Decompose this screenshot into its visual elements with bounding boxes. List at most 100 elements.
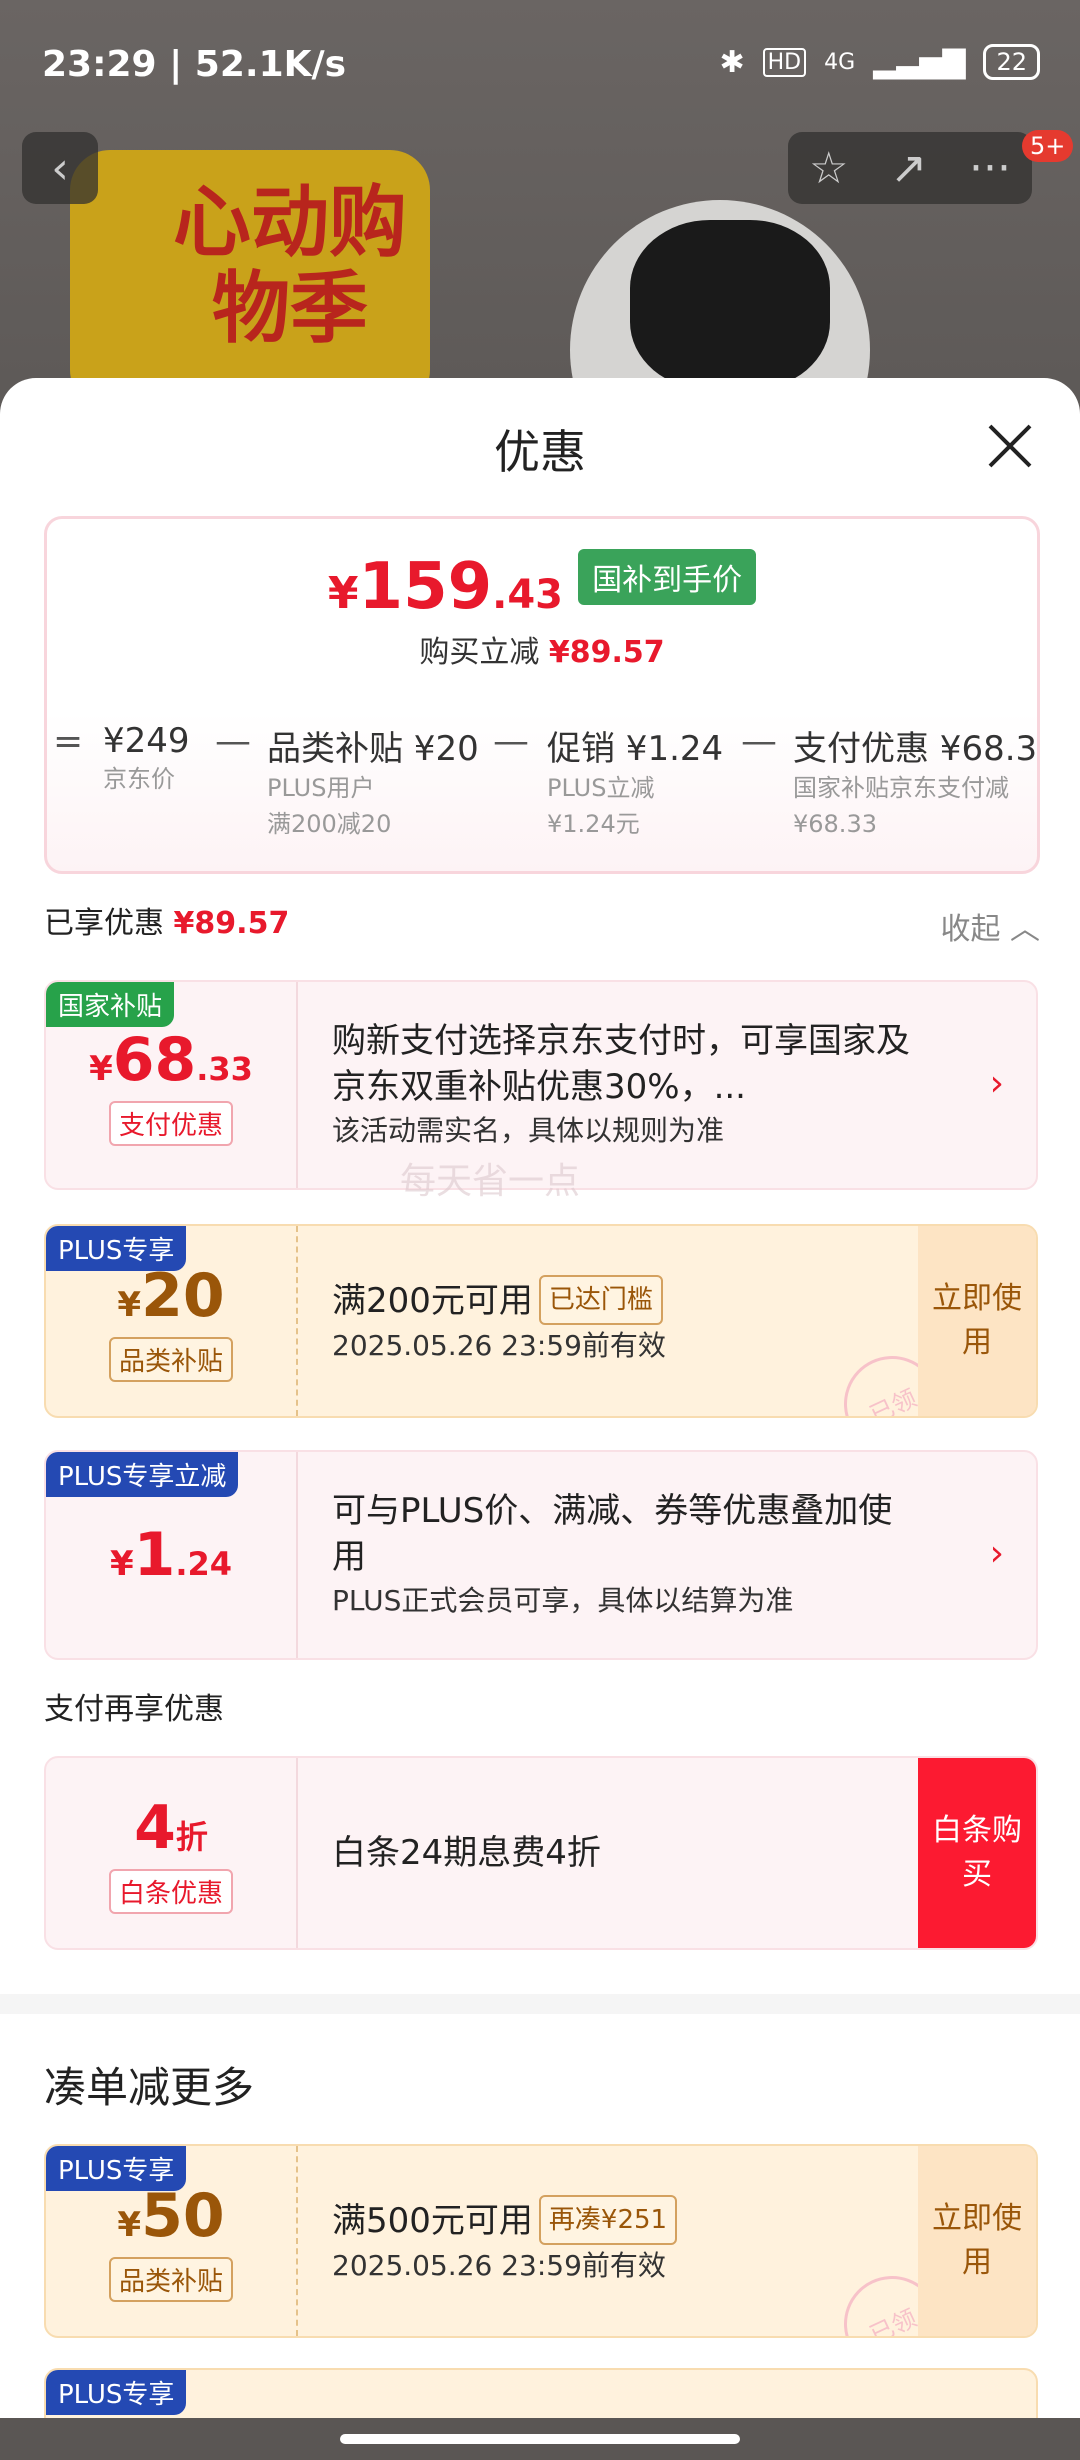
battery-icon: 22 bbox=[983, 44, 1040, 80]
card-validity: 2025.05.26 23:59前有效 bbox=[332, 1329, 666, 1362]
breakdown-sub: 国家补贴京东支付减 bbox=[793, 774, 1009, 802]
back-icon: ‹ bbox=[51, 142, 69, 194]
price-integer: 159 bbox=[358, 550, 493, 624]
breakdown-item: 促销 ¥1.24 PLUS立减 ¥1.24元 bbox=[547, 721, 723, 842]
breakdown-main: ¥249 bbox=[103, 721, 190, 761]
card-title: 购新支付选择京东支付时，可享国家及京东双重补贴优惠30%，... bbox=[332, 1021, 910, 1107]
breakdown-sub: ¥68.33 bbox=[793, 810, 877, 838]
coupon-card: ¥20 品类补贴 PLUS专享 满200元可用 已达门槛 2025.05.26 2… bbox=[44, 1224, 1038, 1418]
star-icon[interactable]: ☆ bbox=[809, 143, 848, 194]
card-divider bbox=[296, 2146, 298, 2336]
corner-label: PLUS专享 bbox=[46, 1226, 187, 1271]
notification-badge: 5+ bbox=[1022, 130, 1074, 162]
hd-icon: HD bbox=[762, 47, 807, 77]
signal-icon: ▂▃▅▇ bbox=[873, 44, 966, 80]
status-bar: 23:29 | 52.1K/s ✱ HD 4G ▂▃▅▇ 22 bbox=[0, 0, 1080, 130]
amount-decimal: .33 bbox=[196, 1049, 253, 1088]
amount-currency: ¥ bbox=[117, 2204, 142, 2245]
card-title: 满500元可用 bbox=[332, 2201, 533, 2241]
card-body: 可与PLUS价、满减、券等优惠叠加使用 PLUS正式会员可享，具体以结算为准 bbox=[332, 1452, 926, 1658]
reduce-amount: ¥89.57 bbox=[548, 635, 665, 670]
amount-integer: 1 bbox=[133, 1520, 176, 1590]
breakdown-main: 品类补贴 ¥20 bbox=[267, 729, 479, 769]
breakdown-sub: ¥1.24元 bbox=[547, 810, 640, 838]
corner-label: PLUS专享 bbox=[46, 2370, 187, 2415]
discount-unit: 折 bbox=[175, 1817, 208, 1856]
collapse-button[interactable]: 收起 ︿ bbox=[940, 904, 1040, 948]
section-gap bbox=[0, 1994, 1080, 2014]
amount-integer: 50 bbox=[141, 2180, 225, 2251]
reduce-line: 购买立减 ¥89.57 bbox=[47, 627, 1037, 671]
breakdown-main: 促销 ¥1.24 bbox=[547, 729, 724, 769]
amount-integer: 20 bbox=[141, 1260, 225, 1331]
corner-label: PLUS专享 bbox=[46, 2146, 187, 2191]
breakdown-main: 支付优惠 ¥68.33 bbox=[793, 729, 1037, 769]
more-icon[interactable]: ··· bbox=[969, 143, 1011, 194]
minus-sign: — bbox=[215, 721, 251, 762]
minus-sign: — bbox=[741, 721, 777, 762]
card-tag: 支付优惠 bbox=[108, 1100, 233, 1146]
card-title: 白条24期息费4折 bbox=[332, 1833, 601, 1873]
amount-currency: ¥ bbox=[89, 1048, 113, 1089]
discount-sheet: 优惠 ¥159.43 国补到手价 购买立减 ¥89.57 = ¥249 京东价 … bbox=[0, 378, 1080, 2460]
corner-label: 国家补贴 bbox=[46, 982, 175, 1027]
status-time: 23:29 | 52.1K/s bbox=[42, 44, 347, 85]
camera-lens-graphic bbox=[630, 220, 830, 390]
pay-section-title: 支付再享优惠 bbox=[44, 1692, 224, 1727]
amount-integer: 68 bbox=[112, 1024, 197, 1095]
card-tag: 品类补贴 bbox=[108, 2256, 233, 2302]
card-tag: 白条优惠 bbox=[108, 1868, 233, 1914]
enjoyed-amount: ¥89.57 bbox=[173, 906, 290, 941]
reduce-label: 购买立减 bbox=[419, 635, 540, 670]
price-breakdown: = ¥249 京东价 — 品类补贴 ¥20 PLUS用户 满200减20 — 促… bbox=[47, 701, 1037, 851]
price-decimal: .43 bbox=[492, 572, 563, 618]
use-now-button[interactable]: 立即使用 bbox=[918, 2146, 1036, 2336]
card-validity: 2025.05.26 23:59前有效 bbox=[332, 2249, 666, 2282]
corner-label: PLUS专享立减 bbox=[46, 1452, 239, 1497]
chevron-right-icon: › bbox=[989, 1533, 1004, 1574]
breakdown-sub: 京东价 bbox=[103, 765, 175, 793]
back-button[interactable]: ‹ bbox=[22, 132, 98, 204]
share-icon[interactable]: ↗ bbox=[890, 143, 927, 194]
watermark-text: 每天省一点 bbox=[400, 1161, 581, 1202]
equals-sign: = bbox=[53, 721, 84, 762]
home-indicator[interactable] bbox=[340, 2434, 740, 2444]
card-divider bbox=[296, 1452, 298, 1658]
use-now-button[interactable]: 立即使用 bbox=[918, 1226, 1036, 1416]
baitiao-card: 4折 白条优惠 白条24期息费4折 白条购买 bbox=[44, 1756, 1038, 1950]
breakdown-item: ¥249 京东价 bbox=[103, 721, 190, 797]
sheet-title: 优惠 bbox=[494, 425, 586, 479]
collapse-label: 收起 bbox=[940, 912, 1001, 947]
card-title: 可与PLUS价、满减、券等优惠叠加使用 bbox=[332, 1491, 893, 1577]
card-title: 满200元可用 bbox=[332, 1281, 533, 1321]
card-amount: 4折 白条优惠 bbox=[46, 1758, 296, 1948]
card-subtitle: 该活动需实名，具体以规则为准 bbox=[332, 1114, 725, 1147]
coupon-card: ¥50 品类补贴 PLUS专享 满500元可用 再凑¥251 2025.05.26… bbox=[44, 2144, 1038, 2338]
threshold-badge: 再凑¥251 bbox=[538, 2195, 678, 2245]
enjoyed-discount: 已享优惠 ¥89.57 bbox=[44, 898, 289, 942]
card-divider bbox=[296, 1758, 298, 1948]
network-label: 4G bbox=[824, 49, 856, 75]
breakdown-sub: PLUS立减 bbox=[547, 774, 655, 802]
card-divider bbox=[296, 982, 298, 1188]
card-body: 满200元可用 已达门槛 2025.05.26 23:59前有效 bbox=[332, 1226, 896, 1416]
price-tag: 国补到手价 bbox=[578, 549, 757, 605]
amount-currency: ¥ bbox=[109, 1544, 134, 1584]
plus-discount-card[interactable]: ¥1.24 PLUS专享立减 可与PLUS价、满减、券等优惠叠加使用 PLUS正… bbox=[44, 1450, 1038, 1660]
card-divider bbox=[296, 1226, 298, 1416]
amount-decimal: .24 bbox=[175, 1545, 233, 1583]
card-subtitle: PLUS正式会员可享，具体以结算为准 bbox=[332, 1584, 794, 1617]
bluetooth-icon: ✱ bbox=[719, 44, 745, 80]
amount-currency: ¥ bbox=[117, 1284, 142, 1325]
price-currency: ¥ bbox=[327, 568, 359, 619]
baitiao-buy-button[interactable]: 白条购买 bbox=[918, 1758, 1036, 1948]
nav-actions: ☆ ↗ ··· bbox=[788, 132, 1032, 204]
close-icon[interactable] bbox=[986, 422, 1034, 470]
discount-number: 4 bbox=[134, 1792, 176, 1863]
breakdown-sub: PLUS用户 bbox=[267, 774, 375, 802]
minus-sign: — bbox=[493, 721, 529, 762]
price-summary: ¥159.43 国补到手价 购买立减 ¥89.57 = ¥249 京东价 — 品… bbox=[44, 516, 1040, 874]
final-price: ¥159.43 国补到手价 bbox=[47, 549, 1037, 624]
card-body: 满500元可用 再凑¥251 2025.05.26 23:59前有效 bbox=[332, 2146, 896, 2336]
breakdown-item: 支付优惠 ¥68.33 国家补贴京东支付减 ¥68.33 bbox=[793, 721, 1037, 842]
